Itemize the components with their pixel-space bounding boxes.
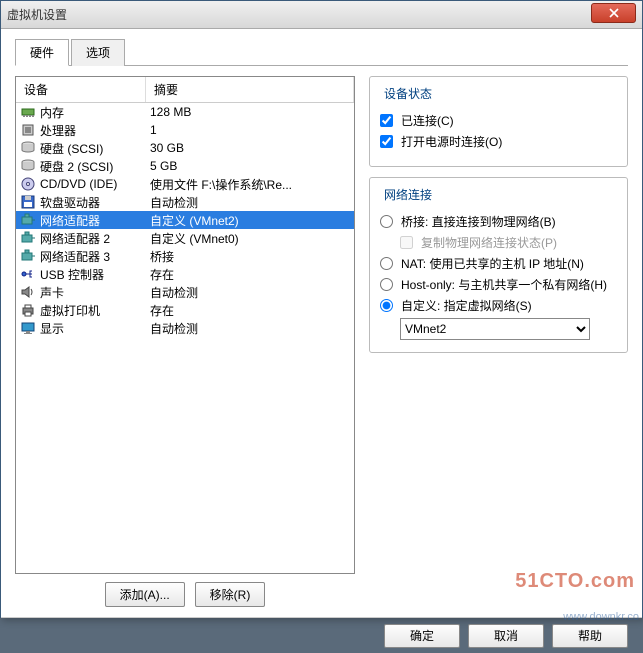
memory-icon (20, 104, 36, 120)
device-label: 软盘驱动器 (40, 194, 150, 211)
remove-button[interactable]: 移除(R) (195, 582, 266, 607)
window-title: 虚拟机设置 (7, 6, 591, 23)
help-button[interactable]: 帮助 (552, 624, 628, 648)
device-label: 网络适配器 (40, 212, 150, 229)
device-label: 硬盘 (SCSI) (40, 140, 150, 157)
device-summary: 桥接 (150, 248, 350, 265)
floppy-icon (20, 194, 36, 210)
device-summary: 存在 (150, 302, 350, 319)
cancel-button[interactable]: 取消 (468, 624, 544, 648)
dialog-body: 硬件 选项 设备 摘要 内存128 MB处理器1硬盘 (SCSI)30 GB硬盘… (1, 29, 642, 617)
ok-button[interactable]: 确定 (384, 624, 460, 648)
tab-options[interactable]: 选项 (71, 39, 125, 66)
device-row[interactable]: CD/DVD (IDE)使用文件 F:\操作系统\Re... (16, 175, 354, 193)
tabs: 硬件 选项 (15, 39, 628, 66)
device-label: 硬盘 2 (SCSI) (40, 158, 150, 175)
nat-label: NAT: 使用已共享的主机 IP 地址(N) (401, 255, 584, 272)
net-icon (20, 248, 36, 264)
device-row[interactable]: 硬盘 2 (SCSI)5 GB (16, 157, 354, 175)
device-label: 网络适配器 2 (40, 230, 150, 247)
device-label: USB 控制器 (40, 266, 150, 283)
close-button[interactable] (591, 3, 636, 23)
custom-radio-row[interactable]: 自定义: 指定虚拟网络(S) (380, 297, 617, 314)
device-row[interactable]: 硬盘 (SCSI)30 GB (16, 139, 354, 157)
device-row[interactable]: 软盘驱动器自动检测 (16, 193, 354, 211)
vm-settings-dialog: 虚拟机设置 硬件 选项 设备 摘要 内存128 MB处理器1硬盘 (SCSI)3… (0, 0, 643, 618)
device-summary: 30 GB (150, 141, 350, 155)
device-label: CD/DVD (IDE) (40, 177, 150, 191)
device-label: 处理器 (40, 122, 150, 139)
device-label: 显示 (40, 320, 150, 337)
net-icon (20, 212, 36, 228)
connected-checkbox[interactable] (380, 114, 393, 127)
device-row[interactable]: 内存128 MB (16, 103, 354, 121)
watermark-51cto: 51CTO.com (515, 570, 635, 593)
hostonly-radio-row[interactable]: Host-only: 与主机共享一个私有网络(H) (380, 276, 617, 293)
device-summary: 自动检测 (150, 194, 350, 211)
device-label: 虚拟打印机 (40, 302, 150, 319)
device-status-group: 设备状态 已连接(C) 打开电源时连接(O) (369, 76, 628, 167)
device-row[interactable]: 声卡自动检测 (16, 283, 354, 301)
device-summary: 自动检测 (150, 320, 350, 337)
device-summary: 存在 (150, 266, 350, 283)
device-summary: 自动检测 (150, 284, 350, 301)
custom-radio[interactable] (380, 299, 393, 312)
hostonly-radio[interactable] (380, 278, 393, 291)
device-label: 网络适配器 3 (40, 248, 150, 265)
bridged-radio[interactable] (380, 215, 393, 228)
titlebar: 虚拟机设置 (1, 1, 642, 29)
connect-on-power-row[interactable]: 打开电源时连接(O) (380, 133, 617, 150)
nat-radio[interactable] (380, 257, 393, 270)
device-status-legend: 设备状态 (380, 85, 436, 102)
network-connection-legend: 网络连接 (380, 186, 436, 203)
connect-on-power-checkbox[interactable] (380, 135, 393, 148)
network-connection-group: 网络连接 桥接: 直接连接到物理网络(B) 复制物理网络连接状态(P) NAT:… (369, 177, 628, 353)
device-summary: 128 MB (150, 105, 350, 119)
cpu-icon (20, 122, 36, 138)
dialog-buttons: 确定 取消 帮助 (1, 617, 642, 653)
replicate-checkbox (400, 236, 413, 249)
sound-icon (20, 284, 36, 300)
device-summary: 5 GB (150, 159, 350, 173)
net-icon (20, 230, 36, 246)
disk-icon (20, 158, 36, 174)
tab-hardware[interactable]: 硬件 (15, 39, 69, 66)
device-row[interactable]: 虚拟打印机存在 (16, 301, 354, 319)
device-row[interactable]: 处理器1 (16, 121, 354, 139)
col-summary[interactable]: 摘要 (146, 77, 354, 102)
custom-label: 自定义: 指定虚拟网络(S) (401, 297, 532, 314)
device-list-header: 设备 摘要 (16, 77, 354, 103)
device-summary: 使用文件 F:\操作系统\Re... (150, 176, 350, 193)
bridged-radio-row[interactable]: 桥接: 直接连接到物理网络(B) (380, 213, 617, 230)
watermark-downkr: www.downkr.co (563, 611, 639, 623)
device-summary: 自定义 (VMnet2) (150, 212, 350, 229)
device-list[interactable]: 设备 摘要 内存128 MB处理器1硬盘 (SCSI)30 GB硬盘 2 (SC… (15, 76, 355, 574)
replicate-label: 复制物理网络连接状态(P) (421, 234, 557, 251)
device-summary: 1 (150, 123, 350, 137)
device-summary: 自定义 (VMnet0) (150, 230, 350, 247)
device-label: 声卡 (40, 284, 150, 301)
display-icon (20, 320, 36, 336)
nat-radio-row[interactable]: NAT: 使用已共享的主机 IP 地址(N) (380, 255, 617, 272)
connected-label: 已连接(C) (401, 112, 454, 129)
add-button[interactable]: 添加(A)... (105, 582, 185, 607)
replicate-row: 复制物理网络连接状态(P) (400, 234, 617, 251)
cd-icon (20, 176, 36, 192)
device-row[interactable]: USB 控制器存在 (16, 265, 354, 283)
close-icon (609, 8, 619, 18)
connect-on-power-label: 打开电源时连接(O) (401, 133, 502, 150)
printer-icon (20, 302, 36, 318)
vnet-select[interactable]: VMnet2 (400, 318, 590, 340)
device-row[interactable]: 网络适配器 3桥接 (16, 247, 354, 265)
disk-icon (20, 140, 36, 156)
device-row[interactable]: 网络适配器 2自定义 (VMnet0) (16, 229, 354, 247)
connected-checkbox-row[interactable]: 已连接(C) (380, 112, 617, 129)
device-row[interactable]: 网络适配器自定义 (VMnet2) (16, 211, 354, 229)
bridged-label: 桥接: 直接连接到物理网络(B) (401, 213, 556, 230)
device-row[interactable]: 显示自动检测 (16, 319, 354, 337)
col-device[interactable]: 设备 (16, 77, 146, 102)
hostonly-label: Host-only: 与主机共享一个私有网络(H) (401, 276, 607, 293)
device-label: 内存 (40, 104, 150, 121)
usb-icon (20, 266, 36, 282)
